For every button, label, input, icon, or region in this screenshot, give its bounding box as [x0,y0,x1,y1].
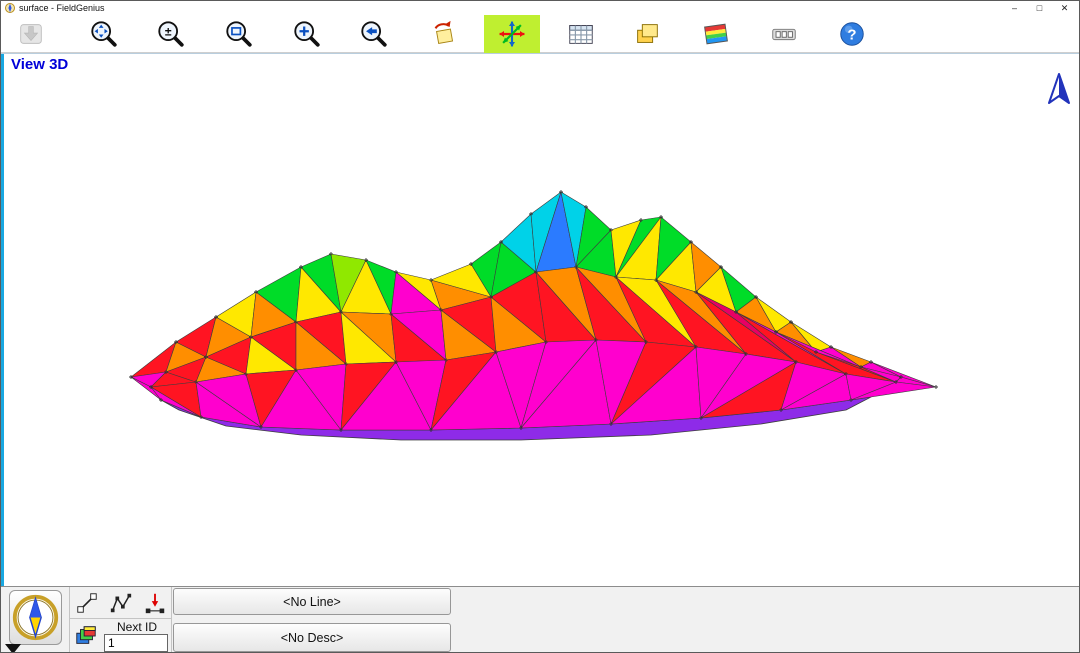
toolgroup-divider [70,618,171,619]
window-controls: – □ ✕ [1002,1,1077,15]
zoom-in-button[interactable] [285,18,329,50]
line-tool-icon [75,591,99,615]
draw-polyline-button[interactable] [106,590,136,616]
polyline-tool-icon [109,591,133,615]
help-button[interactable]: ? [830,18,874,50]
compass-orientation-button[interactable] [9,590,62,645]
main-toolbar: ± [1,15,1079,53]
magnifier-plus-icon [292,19,322,49]
orbit-3d-button[interactable] [484,15,540,53]
point-description-button[interactable]: <No Desc> [173,623,451,652]
surface-display-button[interactable] [694,18,738,50]
close-button[interactable]: ✕ [1052,1,1077,15]
magnifier-plus-minus-icon: ± [156,19,186,49]
magnifier-window-icon [224,19,254,49]
rotate-sheet-icon [429,19,459,49]
zoom-window-button[interactable] [217,18,261,50]
toolbars-button[interactable] [762,18,806,50]
line-description-button[interactable]: <No Line> [173,588,451,615]
layers-button[interactable] [625,18,669,50]
app-window: surface - FieldGenius – □ ✕ [0,0,1080,653]
svg-text:?: ? [847,27,856,44]
grid-icon [566,19,596,49]
view-3d-canvas[interactable]: View 3D [1,53,1080,586]
send-to-instrument-button[interactable] [9,18,53,50]
window-title: surface - FieldGenius [19,3,105,13]
toolbar-boxes-icon [769,19,799,49]
magnifier-back-arrow-icon [359,19,389,49]
titlebar: surface - FieldGenius – □ ✕ [1,1,1079,15]
zoom-previous-button[interactable] [352,18,396,50]
plan-view-rotate-button[interactable] [422,18,466,50]
bottom-toolbar: Next ID <No Line> <No Desc> [1,586,1080,653]
insert-node-button[interactable] [140,590,170,616]
stacked-sheets-icon [632,19,662,49]
zoom-extents-button[interactable] [82,18,126,50]
insert-node-icon [143,591,167,615]
magnifier-extents-icon [89,19,119,49]
next-id-label: Next ID [102,620,172,634]
north-arrow-icon [1047,72,1071,106]
draw-line-button[interactable] [72,590,102,616]
svg-text:±: ± [165,24,172,38]
3d-axes-arrows-icon [496,18,528,50]
draw-tool-group: Next ID [69,587,172,653]
zoom-in-out-button[interactable]: ± [149,18,193,50]
maximize-button[interactable]: □ [1027,1,1052,15]
grid-toggle-button[interactable] [559,18,603,50]
view-mode-label: View 3D [11,56,68,73]
surface-mesh [1,54,1080,587]
colored-map-icon [701,19,731,49]
app-logo-icon [5,3,15,13]
layer-colors-button[interactable] [72,623,100,651]
compass-icon [11,592,60,643]
upload-box-icon [16,19,46,49]
minimize-button[interactable]: – [1002,1,1027,15]
layer-colors-icon [74,624,98,648]
expand-toolbar-arrow[interactable] [5,644,21,653]
question-mark-icon: ? [837,19,867,49]
next-id-input[interactable] [104,634,168,652]
